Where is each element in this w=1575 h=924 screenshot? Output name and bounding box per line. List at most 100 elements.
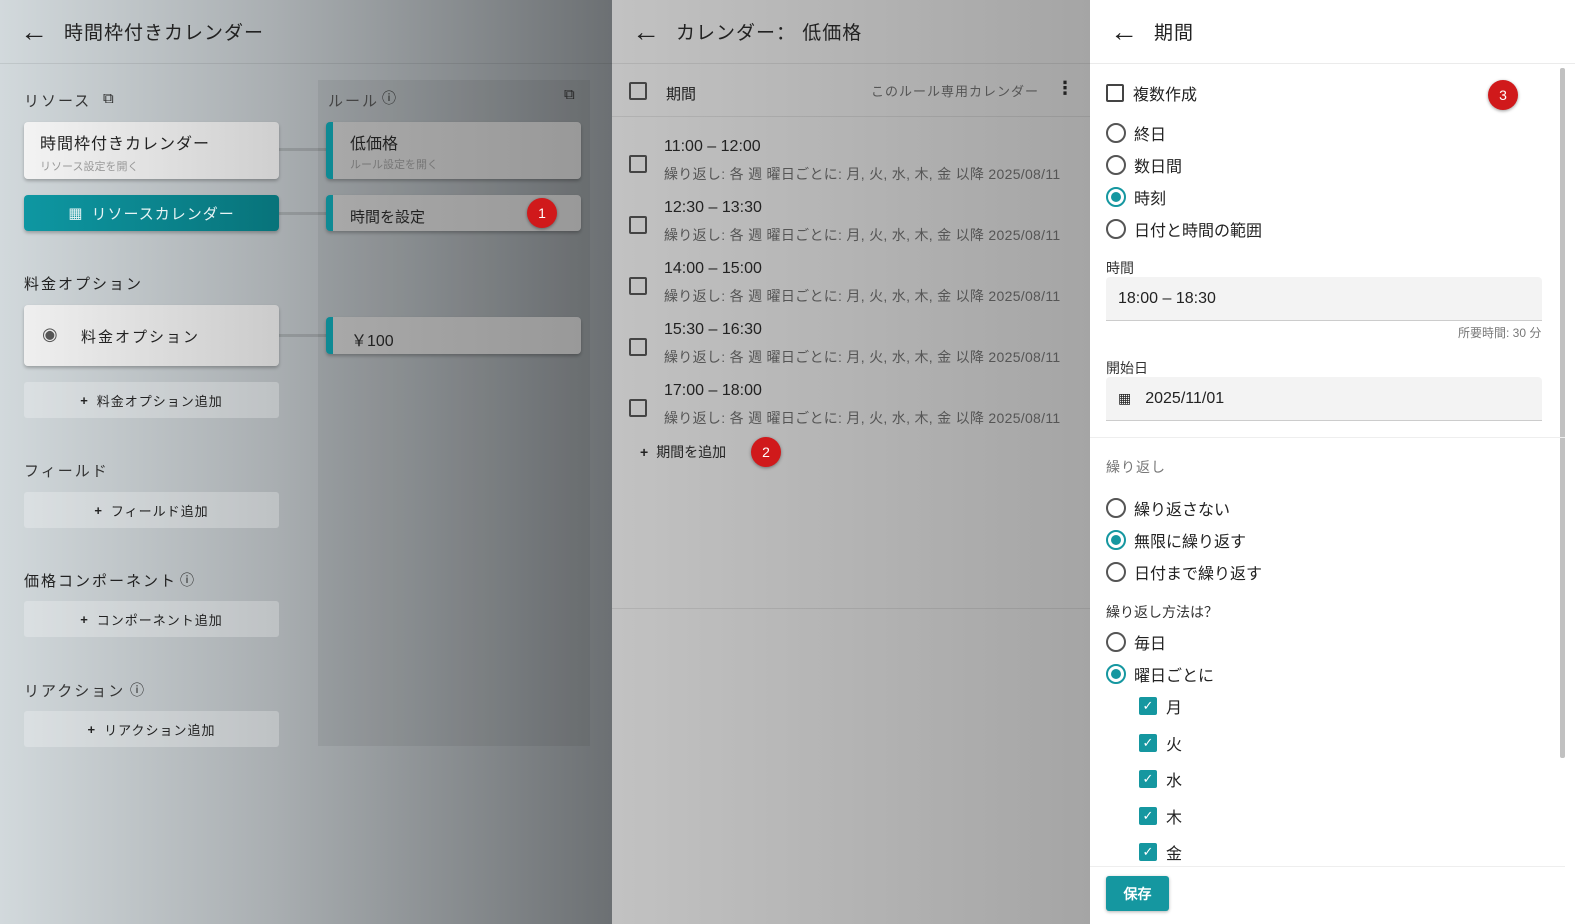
step-badge-3: 3 [1488, 80, 1518, 110]
step-badge-1: 1 [527, 198, 557, 228]
radio-icon [1106, 123, 1126, 143]
radio-label: 時刻 [1134, 191, 1167, 208]
price-options-label: 料金オプション [24, 276, 144, 293]
help-icon[interactable]: ⓘ [382, 88, 396, 108]
help-icon[interactable]: ⓘ [180, 570, 194, 590]
radio-option[interactable]: 繰り返さない [1106, 496, 1230, 520]
period-time: 11:00 – 12:00 [664, 138, 761, 155]
rules-column [318, 80, 590, 746]
row-checkbox[interactable] [629, 338, 647, 356]
radio-option[interactable]: 日付まで繰り返す [1106, 560, 1262, 584]
period-row[interactable]: 14:00 – 15:00 繰り返し: 各 週 曜日ごとに: 月, 火, 水, 木… [612, 247, 1090, 308]
radio-option[interactable]: 終日 [1106, 121, 1166, 145]
help-icon[interactable]: ⓘ [130, 680, 144, 700]
start-date-input[interactable]: ▦ 2025/11/01 [1106, 377, 1542, 421]
components-label: 価格コンポーネント [24, 573, 178, 590]
save-button[interactable]: 保存 [1106, 876, 1169, 911]
calendar-panel: ← カレンダー： 低価格 期間 このルール専用カレンダー ⋮ 11:00 – 1… [612, 0, 1090, 924]
weekday-checkbox[interactable]: ✓ 月 [1139, 694, 1182, 718]
add-period-button[interactable]: + 期間を追加 [640, 442, 726, 462]
connector [278, 148, 326, 151]
resource-calendar-label: リソースカレンダー [91, 205, 235, 223]
list-header: 期間 このルール専用カレンダー ⋮ [612, 64, 1090, 117]
resource-calendar-button[interactable]: ▦ リソースカレンダー [24, 195, 279, 231]
rule-card[interactable]: 低価格 ルール設定を開く [326, 122, 581, 179]
copy-icon[interactable]: ⧉ [564, 86, 575, 103]
radio-option[interactable]: 無限に繰り返す [1106, 528, 1246, 552]
back-arrow-icon[interactable]: ← [20, 16, 64, 48]
radio-icon [1106, 498, 1126, 518]
radio-label: 数日間 [1134, 159, 1183, 176]
duration-hint: 所要時間: 30 分 [1458, 326, 1542, 340]
add-reaction-button[interactable]: + リアクション追加 [24, 711, 279, 747]
rule-card-title: 低価格 [350, 136, 399, 153]
add-field-button[interactable]: + フィールド追加 [24, 492, 279, 528]
check-icon: ✓ [1139, 843, 1157, 861]
radio-option[interactable]: 日付と時間の範囲 [1106, 217, 1262, 241]
resource-card-sub: リソース設定を開く [40, 161, 139, 173]
radio-icon [1106, 219, 1126, 239]
step-badge-2: 2 [751, 437, 781, 467]
time-input[interactable]: 18:00 – 18:30 [1106, 277, 1542, 321]
radio-option[interactable]: 数日間 [1106, 153, 1182, 177]
scrollbar[interactable] [1560, 68, 1565, 758]
more-vert-icon[interactable]: ⋮ [1056, 78, 1074, 99]
rule-card-sub: ルール設定を開く [350, 159, 438, 171]
set-time-label: 時間を設定 [350, 209, 426, 226]
weekday-label: 火 [1166, 736, 1183, 754]
divider [1090, 437, 1565, 438]
period-recurrence: 繰り返し: 各 週 曜日ごとに: 月, 火, 水, 木, 金 以降 2025/0… [664, 410, 1061, 426]
period-row[interactable]: 15:30 – 16:30 繰り返し: 各 週 曜日ごとに: 月, 火, 水, 木… [612, 308, 1090, 369]
copy-icon[interactable]: ⧉ [103, 90, 114, 107]
add-price-option-button[interactable]: + 料金オプション追加 [24, 382, 279, 418]
period-time: 15:30 – 16:30 [664, 321, 762, 338]
radio-icon [1106, 632, 1126, 652]
weekday-checkbox[interactable]: ✓ 水 [1139, 767, 1182, 791]
price-option-card[interactable]: ◉ 料金オプション [24, 305, 279, 366]
weekday-label: 水 [1166, 773, 1183, 790]
weekday-label: 木 [1166, 809, 1183, 827]
row-checkbox[interactable] [629, 216, 647, 234]
radio-option[interactable]: 時刻 [1106, 185, 1166, 209]
period-row[interactable]: 17:00 – 18:00 繰り返し: 各 週 曜日ごとに: 月, 火, 水, 木… [612, 369, 1090, 430]
add-price-option-label: 料金オプション追加 [96, 393, 223, 409]
resource-card[interactable]: 時間枠付きカレンダー リソース設定を開く [24, 122, 279, 179]
radio-option[interactable]: 曜日ごとに [1106, 662, 1214, 686]
radio-label: 繰り返さない [1134, 502, 1231, 519]
time-value: 18:00 – 18:30 [1118, 289, 1216, 307]
row-checkbox[interactable] [629, 277, 647, 295]
period-recurrence: 繰り返し: 各 週 曜日ごとに: 月, 火, 水, 木, 金 以降 2025/0… [664, 349, 1061, 365]
resource-panel: ← 時間枠付きカレンダー リソース ⧉ 時間枠付きカレンダー リソース設定を開く… [0, 0, 612, 924]
back-arrow-icon[interactable]: ← [632, 16, 676, 48]
resources-label: リソース [24, 93, 92, 110]
reactions-label: リアクション [24, 683, 126, 700]
add-reaction-label: リアクション追加 [104, 722, 216, 738]
weekday-checkbox[interactable]: ✓ 金 [1139, 840, 1182, 864]
price-value: ￥100 [351, 333, 394, 350]
resource-header: ← 時間枠付きカレンダー [0, 0, 612, 64]
period-row[interactable]: 12:30 – 13:30 繰り返し: 各 週 曜日ごとに: 月, 火, 水, 木… [612, 186, 1090, 247]
rules-label: ルール [328, 93, 380, 110]
page-title: 時間枠付きカレンダー [64, 23, 265, 44]
weekday-checkbox[interactable]: ✓ 木 [1139, 804, 1182, 828]
calendar-title: カレンダー： 低価格 [676, 23, 863, 44]
column-period: 期間 [666, 86, 697, 103]
weekday-checkbox[interactable]: ✓ 火 [1139, 731, 1182, 755]
check-icon: ✓ [1139, 806, 1157, 825]
row-checkbox[interactable] [629, 399, 647, 417]
select-all-checkbox[interactable] [629, 82, 647, 100]
calendar-note: このルール専用カレンダー [871, 84, 1040, 99]
radio-label: 毎日 [1134, 636, 1167, 653]
radio-label: 曜日ごとに [1134, 668, 1215, 685]
multi-create-checkbox[interactable]: 複数作成 [1106, 81, 1197, 105]
add-component-button[interactable]: + コンポーネント追加 [24, 601, 279, 637]
row-checkbox[interactable] [629, 155, 647, 173]
connector [278, 212, 326, 215]
period-row[interactable]: 11:00 – 12:00 繰り返し: 各 週 曜日ごとに: 月, 火, 水, 木… [612, 125, 1090, 186]
time-label: 時間 [1106, 260, 1134, 276]
back-arrow-icon[interactable]: ← [1110, 16, 1154, 48]
start-date-value: 2025/11/01 [1145, 389, 1225, 407]
radio-option[interactable]: 毎日 [1106, 630, 1166, 654]
period-recurrence: 繰り返し: 各 週 曜日ごとに: 月, 火, 水, 木, 金 以降 2025/0… [664, 166, 1061, 182]
price-value-card[interactable]: ￥100 [326, 317, 581, 354]
